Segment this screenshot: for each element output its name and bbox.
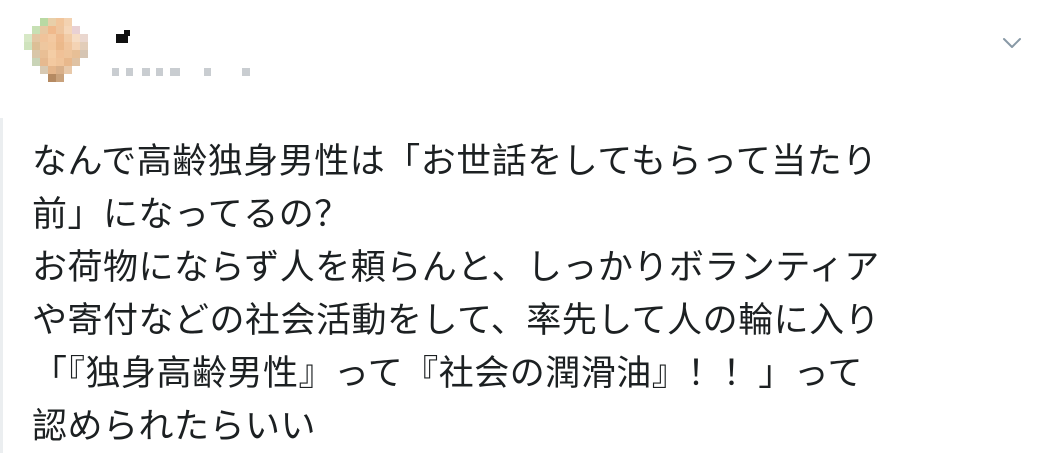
avatar-pixel bbox=[88, 50, 96, 58]
avatar-pixel bbox=[24, 42, 32, 50]
avatar-pixel bbox=[32, 58, 40, 66]
avatar-pixel bbox=[64, 42, 72, 50]
avatar-pixel bbox=[32, 74, 40, 82]
avatar-pixel bbox=[80, 50, 88, 58]
avatar-pixel bbox=[56, 18, 64, 26]
avatar-pixel bbox=[88, 74, 96, 82]
display-name-pixelated[interactable] bbox=[112, 30, 132, 46]
avatar-pixel bbox=[72, 42, 80, 50]
avatar-pixel bbox=[56, 66, 64, 74]
avatar-pixel bbox=[24, 82, 32, 90]
avatar-pixel bbox=[32, 82, 40, 90]
username-handle-pixelated[interactable] bbox=[112, 68, 262, 78]
avatar-pixel bbox=[56, 50, 64, 58]
avatar-pixel bbox=[40, 74, 48, 82]
avatar-pixel bbox=[80, 18, 88, 26]
avatar-pixel bbox=[40, 26, 48, 34]
chevron-down-icon[interactable] bbox=[1000, 34, 1024, 52]
avatar-pixel bbox=[80, 26, 88, 34]
avatar-pixel bbox=[40, 18, 48, 26]
avatar-pixel bbox=[56, 34, 64, 42]
avatar-pixel bbox=[32, 34, 40, 42]
avatar-pixel bbox=[24, 26, 32, 34]
avatar-pixel bbox=[40, 82, 48, 90]
avatar-pixel bbox=[48, 34, 56, 42]
avatar-pixel bbox=[64, 66, 72, 74]
avatar-pixel bbox=[72, 34, 80, 42]
avatar-pixel bbox=[64, 34, 72, 42]
avatar-pixel bbox=[80, 82, 88, 90]
avatar-pixel bbox=[48, 50, 56, 58]
avatar-pixel bbox=[72, 26, 80, 34]
avatar-pixel bbox=[80, 42, 88, 50]
avatar-pixel bbox=[48, 58, 56, 66]
avatar-pixel bbox=[32, 42, 40, 50]
avatar-pixel bbox=[72, 82, 80, 90]
avatar-pixel bbox=[24, 58, 32, 66]
avatar-pixel bbox=[88, 82, 96, 90]
avatar-pixel bbox=[72, 18, 80, 26]
avatar-pixel bbox=[32, 50, 40, 58]
avatar-pixel bbox=[80, 34, 88, 42]
thread-rule bbox=[0, 118, 3, 453]
avatar-pixel bbox=[56, 74, 64, 82]
avatar-pixel bbox=[80, 58, 88, 66]
avatar-pixel bbox=[24, 50, 32, 58]
avatar-pixel bbox=[80, 74, 88, 82]
avatar-pixel bbox=[48, 82, 56, 90]
avatar-pixel bbox=[48, 18, 56, 26]
avatar-pixel bbox=[64, 82, 72, 90]
avatar-pixel bbox=[32, 26, 40, 34]
avatar-pixel bbox=[64, 50, 72, 58]
avatar-pixel bbox=[40, 50, 48, 58]
avatar-pixel bbox=[72, 50, 80, 58]
avatar-pixel bbox=[64, 58, 72, 66]
avatar-pixel bbox=[40, 42, 48, 50]
tweet-text-line: お荷物にならず人を頼らんと、しっかりボランティア bbox=[32, 248, 880, 288]
avatar-pixel bbox=[48, 42, 56, 50]
avatar-pixel bbox=[56, 58, 64, 66]
avatar-pixel bbox=[88, 18, 96, 26]
tweet-card: なんで高齢独身男性は「お世話をしてもらって当たり 前」になってるの？ お荷物にな… bbox=[0, 0, 1044, 453]
avatar-pixel bbox=[56, 82, 64, 90]
avatar-pixel bbox=[56, 42, 64, 50]
avatar[interactable] bbox=[24, 18, 96, 90]
tweet-text-line: 「『独身高齢男性』って『社会の潤滑油』！！」って bbox=[32, 354, 864, 394]
avatar-pixel bbox=[72, 74, 80, 82]
avatar-pixel bbox=[48, 26, 56, 34]
avatar-pixel bbox=[40, 66, 48, 74]
avatar-pixel bbox=[48, 66, 56, 74]
avatar-pixel bbox=[24, 66, 32, 74]
avatar-pixel bbox=[64, 26, 72, 34]
avatar-pixel bbox=[88, 26, 96, 34]
avatar-pixel bbox=[48, 74, 56, 82]
avatar-pixel bbox=[24, 18, 32, 26]
tweet-text-line: 前」になってるの？ bbox=[32, 195, 350, 235]
avatar-pixel bbox=[64, 18, 72, 26]
avatar-pixel bbox=[88, 66, 96, 74]
avatar-pixel bbox=[88, 58, 96, 66]
avatar-pixel bbox=[56, 26, 64, 34]
avatar-pixel bbox=[72, 58, 80, 66]
avatar-pixel bbox=[32, 18, 40, 26]
avatar-pixel bbox=[88, 34, 96, 42]
avatar-pixel bbox=[72, 66, 80, 74]
tweet-text-line: 認められたらいい bbox=[32, 407, 317, 447]
avatar-pixel bbox=[80, 66, 88, 74]
avatar-pixel bbox=[64, 74, 72, 82]
avatar-pixel bbox=[40, 58, 48, 66]
avatar-pixel bbox=[40, 34, 48, 42]
avatar-pixel bbox=[24, 74, 32, 82]
tweet-text-line: なんで高齢独身男性は「お世話をしてもらって当たり bbox=[32, 142, 878, 182]
avatar-pixel bbox=[88, 42, 96, 50]
tweet-text-line: や寄付などの社会活動をして、率先して人の輪に入り bbox=[32, 301, 881, 341]
avatar-pixel bbox=[32, 66, 40, 74]
avatar-pixel bbox=[24, 34, 32, 42]
tweet-text: なんで高齢独身男性は「お世話をしてもらって当たり 前」になってるの？ お荷物にな… bbox=[32, 136, 1022, 453]
